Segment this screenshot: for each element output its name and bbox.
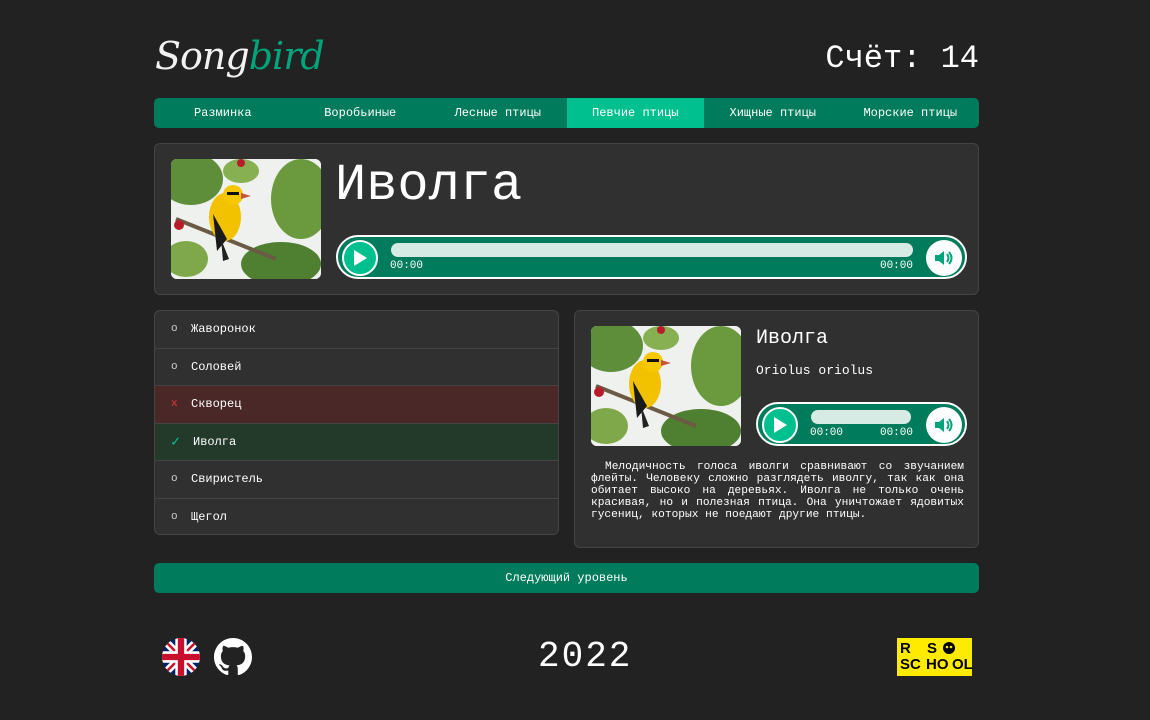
current-bird-panel: Иволга 00:00 00:00 (154, 143, 979, 295)
nav-item-predators: Хищные птицы (729, 106, 816, 120)
answer-mark: o (171, 473, 178, 486)
header: Songbird Счёт: 14 (155, 34, 979, 84)
level-nav: Разминка Воробьиные Лесные птицы Певчие … (154, 98, 979, 128)
nav-item-forest-birds: Лесные птицы (454, 106, 541, 120)
bird-info-panel: Иволга Oriolus oriolus 00:00 00:00 Мелод… (574, 310, 979, 548)
answer-mark: ✓ (171, 434, 181, 452)
volume-button[interactable] (926, 407, 962, 443)
answer-option-wrong[interactable]: x Скворец (155, 386, 558, 424)
nav-item-passerines: Воробьиные (324, 106, 397, 120)
audio-progress-bar[interactable] (811, 410, 911, 424)
volume-icon (935, 418, 953, 432)
answer-label: Иволга (193, 434, 237, 449)
answer-option[interactable]: o Щегол (155, 499, 558, 535)
current-bird-image (171, 159, 321, 279)
play-button[interactable] (342, 240, 378, 276)
play-button[interactable] (762, 407, 798, 443)
footer-year: 2022 (538, 636, 633, 677)
answer-list: o Жаворонок o Соловей x Скворец ✓ Иволга… (154, 310, 559, 535)
answer-option-correct[interactable]: ✓ Иволга (155, 423, 558, 461)
info-audio-player: 00:00 00:00 (756, 402, 967, 446)
info-bird-description: Мелодичность голоса иволги сравнивают со… (591, 461, 964, 521)
answer-label: Скворец (191, 397, 242, 412)
time-duration: 00:00 (879, 427, 913, 439)
logo-part-bird: bird (248, 34, 325, 78)
answer-option[interactable]: o Жаворонок (155, 311, 558, 349)
time-current: 00:00 (390, 260, 424, 272)
time-current: 00:00 (810, 427, 844, 439)
play-icon (774, 417, 787, 433)
answer-mark: o (171, 360, 178, 373)
uk-flag-icon[interactable] (162, 638, 200, 676)
time-duration: 00:00 (879, 260, 913, 272)
info-bird-image (591, 326, 741, 446)
current-audio-player: 00:00 00:00 (336, 235, 967, 279)
play-icon (354, 250, 367, 266)
songbird-logo[interactable]: Songbird (155, 34, 325, 78)
info-bird-latin-name: Oriolus oriolus (756, 363, 874, 378)
answer-option[interactable]: o Свиристель (155, 461, 558, 499)
next-level-button[interactable]: Следующий уровень (154, 563, 979, 593)
github-icon[interactable] (214, 638, 252, 676)
answer-mark: o (171, 323, 178, 336)
nav-item-sea-birds: Морские птицы (863, 106, 958, 120)
answer-label: Свиристель (191, 472, 264, 487)
answer-label: Соловей (191, 359, 242, 374)
logo-part-song: Song (155, 34, 250, 78)
volume-button[interactable] (926, 240, 962, 276)
audio-progress-bar[interactable] (391, 243, 913, 257)
rs-school-logo[interactable]: R S SC HO OL (897, 638, 973, 676)
nav-item-warmup: Разминка (193, 106, 252, 120)
nav-item-songbirds: Певчие птицы (566, 98, 704, 128)
info-bird-name: Иволга (756, 327, 829, 350)
answer-option[interactable]: o Соловей (155, 349, 558, 386)
answer-mark: x (171, 398, 178, 411)
current-bird-name: Иволга (335, 156, 523, 215)
answer-mark: o (171, 511, 178, 524)
score-counter: Счёт: 14 (825, 40, 979, 77)
answer-label: Щегол (191, 510, 228, 525)
answer-label: Жаворонок (191, 322, 256, 337)
volume-icon (935, 251, 953, 265)
